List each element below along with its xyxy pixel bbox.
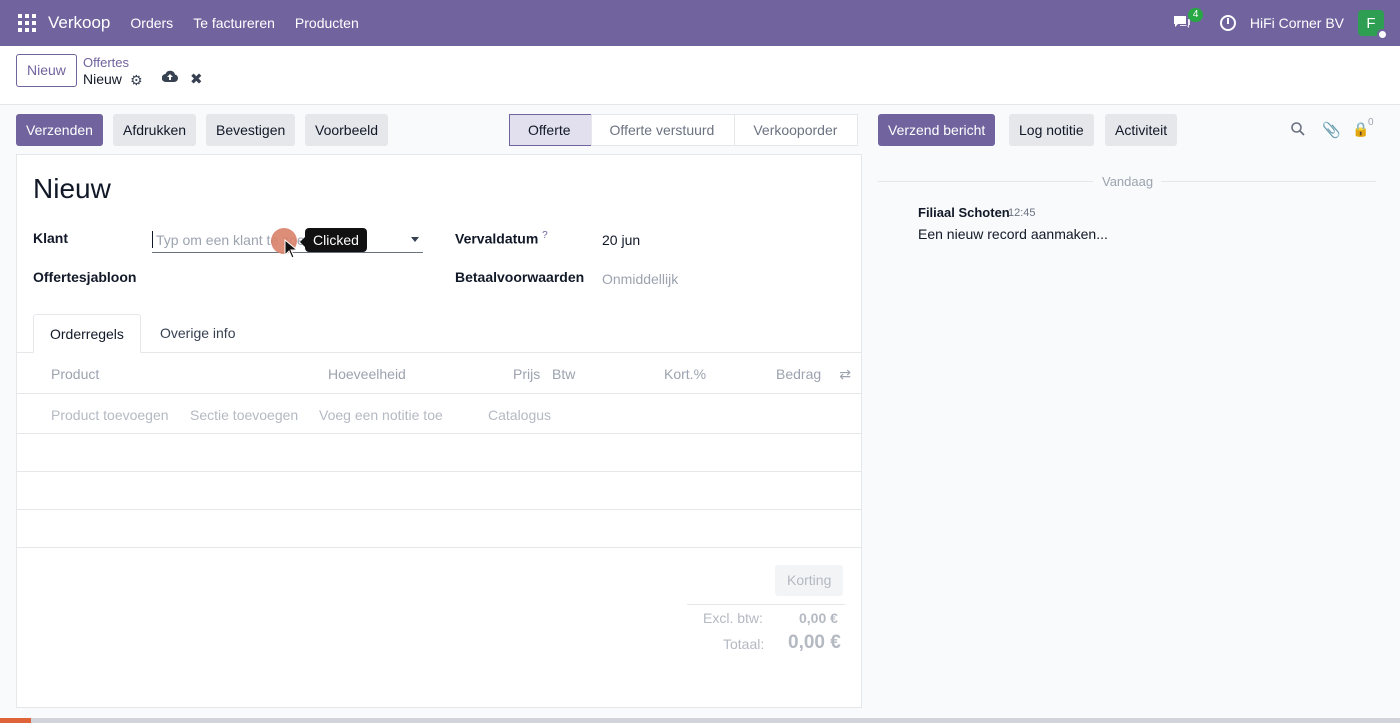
excl-btw-value: 0,00 €	[799, 610, 838, 626]
chevron-down-icon[interactable]	[411, 237, 419, 242]
user-avatar[interactable]: F	[1358, 10, 1388, 40]
breadcrumb-current: Nieuw	[83, 71, 122, 87]
total-label: Totaal:	[723, 636, 765, 652]
print-button[interactable]: Afdrukken	[113, 114, 197, 146]
message-author[interactable]: Filiaal Schoten	[918, 205, 1010, 220]
vervaldatum-value[interactable]: 20 jun	[602, 232, 640, 248]
empty-row	[17, 510, 861, 548]
totals-divider	[687, 604, 845, 605]
send-button[interactable]: Verzenden	[16, 114, 103, 146]
col-hoeveelheid[interactable]: Hoeveelheid	[328, 366, 406, 382]
preview-button[interactable]: Voorbeeld	[305, 114, 389, 146]
message-body: Een nieuw record aanmaken...	[918, 226, 1108, 242]
presence-status-icon	[1377, 29, 1388, 40]
discard-icon[interactable]: ✖	[190, 70, 203, 88]
menu-producten[interactable]: Producten	[295, 15, 359, 31]
paperclip-icon[interactable]: 📎	[1322, 121, 1341, 139]
empty-row	[17, 434, 861, 472]
record-title: Nieuw	[33, 173, 111, 204]
separator-line-left	[878, 181, 1093, 182]
log-note-button[interactable]: Log notitie	[1009, 114, 1094, 146]
help-icon[interactable]: ?	[542, 230, 548, 241]
klant-label: Klant	[33, 230, 68, 246]
col-product[interactable]: Product	[51, 366, 99, 382]
new-button[interactable]: Nieuw	[16, 54, 77, 87]
add-line-row: Product toevoegen Sectie toevoegen Voeg …	[17, 395, 861, 434]
top-navbar: Verkoop Orders Te factureren Producten 4…	[0, 0, 1400, 46]
empty-row	[17, 472, 861, 510]
vervaldatum-label-text: Vervaldatum	[455, 230, 539, 247]
date-separator-label: Vandaag	[1102, 174, 1154, 189]
menu-te-factureren[interactable]: Te factureren	[193, 15, 275, 31]
vervaldatum-label: Vervaldatum ?	[455, 230, 548, 247]
company-switcher[interactable]: HiFi Corner BV	[1250, 15, 1344, 31]
betaalvoorwaarden-label: Betaalvoorwaarden	[455, 269, 585, 285]
col-bedrag[interactable]: Bedrag	[776, 366, 821, 382]
message-time: 12:45	[1008, 207, 1036, 219]
stage-offerte[interactable]: Offerte	[509, 114, 592, 146]
stage-verkooporder[interactable]: Verkooporder	[734, 114, 859, 146]
activity-button[interactable]: Activiteit	[1105, 114, 1178, 146]
mouse-cursor-icon	[284, 239, 298, 259]
total-value: 0,00 €	[788, 632, 841, 653]
followers-count: 0	[1368, 117, 1374, 128]
cloud-upload-icon[interactable]	[161, 70, 178, 87]
tab-orderregels[interactable]: Orderregels	[33, 314, 141, 353]
search-icon[interactable]	[1291, 122, 1305, 136]
menu-orders[interactable]: Orders	[130, 15, 173, 31]
clicked-tooltip: Clicked	[300, 228, 367, 252]
offertesjabloon-label: Offertesjabloon	[33, 269, 137, 285]
col-korting-pct[interactable]: Kort.%	[664, 366, 706, 382]
date-separator: Vandaag	[878, 174, 1376, 189]
add-note-link[interactable]: Voeg een notitie toe	[319, 407, 443, 423]
add-product-link[interactable]: Product toevoegen	[51, 407, 169, 423]
gear-icon[interactable]: ⚙	[130, 72, 143, 89]
confirm-button[interactable]: Bevestigen	[206, 114, 296, 146]
app-name[interactable]: Verkoop	[48, 13, 110, 33]
messaging-icon[interactable]: 4	[1172, 8, 1204, 32]
separator-line-right	[1161, 181, 1376, 182]
activity-clock-icon[interactable]	[1219, 15, 1236, 31]
excl-btw-label: Excl. btw:	[703, 610, 763, 626]
loading-progress-bar	[0, 718, 1400, 723]
order-lines-header: Product Hoeveelheid Prijs Btw Kort.% Bed…	[17, 354, 861, 394]
column-settings-icon[interactable]: ⇄	[839, 366, 851, 383]
follow-lock-icon[interactable]: 🔒	[1352, 121, 1369, 138]
control-panel: Nieuw Offertes Nieuw ⚙ ✖	[0, 46, 1400, 105]
form-sheet: Nieuw Klant Typ om een klant te zoeken C…	[16, 154, 862, 708]
col-btw[interactable]: Btw	[552, 366, 575, 382]
text-caret	[152, 231, 153, 248]
messaging-count-badge: 4	[1187, 8, 1204, 22]
notebook-tabs: Orderregels Overige info	[17, 314, 861, 353]
avatar-letter: F	[1366, 14, 1376, 32]
tab-overige-info[interactable]: Overige info	[144, 314, 251, 353]
stage-offerte-verstuurd[interactable]: Offerte verstuurd	[590, 114, 736, 146]
apps-menu-icon[interactable]	[18, 14, 36, 32]
breadcrumb-offertes[interactable]: Offertes	[83, 55, 129, 70]
add-section-link[interactable]: Sectie toevoegen	[190, 407, 298, 423]
col-prijs[interactable]: Prijs	[513, 366, 540, 382]
korting-button[interactable]: Korting	[775, 565, 844, 596]
progress-fill	[0, 718, 31, 723]
status-bar: Offerte Offerte verstuurd Verkooporder	[509, 114, 859, 146]
catalog-link[interactable]: Catalogus	[488, 407, 551, 423]
send-message-button[interactable]: Verzend bericht	[878, 114, 996, 146]
betaalvoorwaarden-field[interactable]: Onmiddellijk	[602, 271, 678, 287]
